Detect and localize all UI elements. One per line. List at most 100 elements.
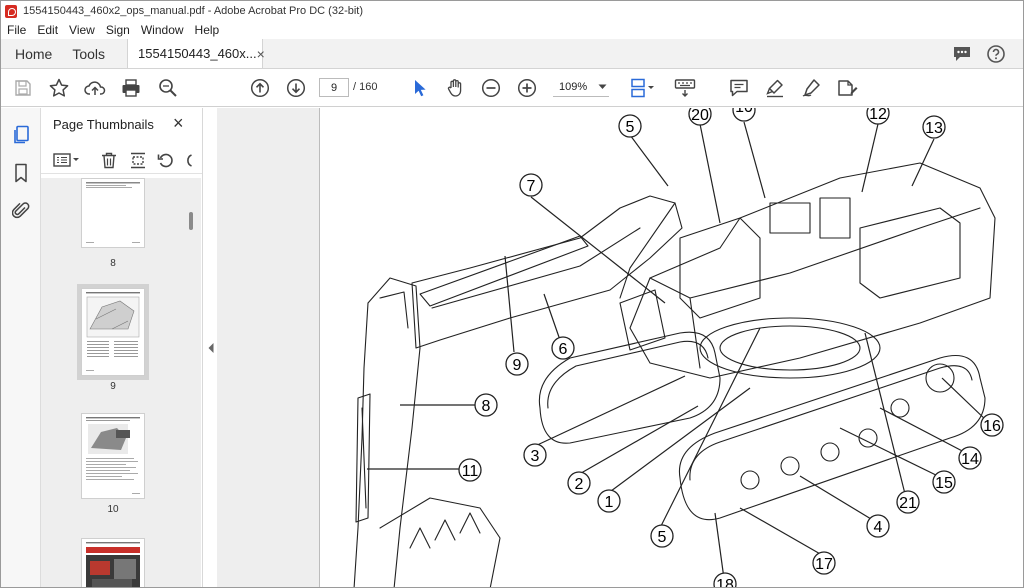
svg-text:6: 6: [559, 341, 568, 358]
svg-text:16: 16: [983, 418, 1001, 435]
svg-text:2: 2: [575, 476, 584, 493]
save-icon[interactable]: [12, 77, 34, 99]
tab-home[interactable]: Home: [1, 39, 66, 68]
svg-text:11: 11: [462, 463, 479, 480]
find-icon[interactable]: [157, 77, 179, 99]
thumbnail-options-icon[interactable]: [53, 152, 81, 168]
window-title: 1554150443_460x2_ops_manual.pdf - Adobe …: [23, 5, 364, 17]
svg-text:1: 1: [605, 494, 614, 511]
tab-tools[interactable]: Tools: [66, 39, 119, 68]
callout: 14: [958, 446, 982, 470]
excavator-diagram: 5 20 10 12 13 7 9 6 8 3 2 1 11 5 18 17 4: [353, 108, 1004, 588]
document-view[interactable]: 5 20 10 12 13 7 9 6 8 3 2 1 11 5 18 17 4: [217, 108, 1023, 588]
menu-sign[interactable]: Sign: [106, 23, 130, 37]
thumbnail-page-label: 10: [107, 504, 119, 515]
callout: 11: [458, 458, 482, 482]
svg-text:21: 21: [899, 495, 917, 512]
insert-pages-icon[interactable]: [129, 152, 147, 169]
callout: 5: [618, 114, 642, 138]
svg-text:5: 5: [626, 119, 635, 136]
callout: 17: [812, 551, 836, 575]
page-up-icon[interactable]: [249, 77, 271, 99]
callout: 13: [922, 115, 946, 139]
svg-text:12: 12: [869, 108, 887, 123]
star-icon[interactable]: [48, 77, 70, 99]
page-fit-icon[interactable]: [629, 77, 657, 99]
comment-icon[interactable]: [728, 77, 750, 99]
svg-text:8: 8: [482, 398, 491, 415]
page-total: / 160: [353, 81, 378, 93]
svg-text:13: 13: [925, 120, 943, 137]
zoom-in-icon[interactable]: [516, 77, 538, 99]
svg-text:4: 4: [874, 519, 883, 536]
svg-text:10: 10: [735, 108, 753, 116]
collapse-panel-icon[interactable]: [206, 341, 216, 355]
keyboard-icon[interactable]: [674, 77, 696, 99]
zoom-level-value: 109%: [559, 81, 588, 93]
main-toolbar: 9 / 160 109%: [1, 69, 1023, 107]
zoom-out-icon[interactable]: [480, 77, 502, 99]
thumbnail-scrollbar[interactable]: [189, 212, 193, 230]
svg-text:18: 18: [716, 577, 734, 588]
callout: 2: [567, 471, 591, 495]
menu-help[interactable]: Help: [195, 23, 220, 37]
callout: 16: [980, 413, 1004, 437]
select-arrow-icon[interactable]: [409, 77, 431, 99]
svg-text:7: 7: [527, 178, 536, 195]
page-thumbnail[interactable]: [81, 413, 145, 499]
thumbnail-page-label: 8: [110, 258, 116, 269]
draw-icon[interactable]: [800, 77, 822, 99]
document-tab-label: 1554150443_460x...: [138, 46, 257, 61]
menu-edit[interactable]: Edit: [37, 23, 58, 37]
menu-view[interactable]: View: [69, 23, 95, 37]
svg-text:3: 3: [531, 448, 540, 465]
thumbnails-panel: Page Thumbnails × 8 9 10: [41, 108, 203, 587]
callout: 4: [866, 514, 890, 538]
close-tab-icon[interactable]: ×: [257, 46, 265, 62]
close-panel-icon[interactable]: ×: [173, 113, 184, 134]
menu-file[interactable]: File: [7, 23, 26, 37]
attachment-icon[interactable]: [10, 200, 32, 222]
zoom-level-select[interactable]: 109%: [553, 78, 609, 97]
tab-document[interactable]: 1554150443_460x... ×: [127, 39, 265, 68]
chat-icon[interactable]: [953, 46, 971, 62]
menu-bar: File Edit View Sign Window Help: [1, 21, 1023, 39]
svg-text:9: 9: [513, 357, 522, 374]
callout: 21: [896, 490, 920, 514]
svg-text:15: 15: [935, 475, 953, 492]
page-down-icon[interactable]: [285, 77, 307, 99]
hand-icon[interactable]: [444, 77, 466, 99]
callout: 7: [519, 173, 543, 197]
title-bar: 1554150443_460x2_ops_manual.pdf - Adobe …: [1, 1, 1023, 21]
callout: 9: [505, 352, 529, 376]
acrobat-app-icon: [5, 4, 17, 18]
page-thumbnail[interactable]: [81, 178, 145, 248]
highlight-icon[interactable]: [764, 77, 786, 99]
acrobat-window: 1554150443_460x2_ops_manual.pdf - Adobe …: [0, 0, 1024, 588]
navigation-strip: [1, 108, 41, 587]
page-thumbnails-icon[interactable]: [10, 124, 32, 146]
cloud-upload-icon[interactable]: [84, 77, 106, 99]
fill-sign-icon[interactable]: [836, 77, 858, 99]
svg-text:14: 14: [961, 451, 979, 468]
svg-text:17: 17: [815, 556, 833, 573]
print-icon[interactable]: [120, 77, 142, 99]
pdf-page: 5 20 10 12 13 7 9 6 8 3 2 1 11 5 18 17 4: [319, 108, 1023, 588]
menu-window[interactable]: Window: [141, 23, 184, 37]
svg-text:20: 20: [691, 108, 709, 124]
delete-pages-icon[interactable]: [101, 152, 117, 169]
page-thumbnail[interactable]: [81, 538, 145, 587]
rotate-ccw-icon[interactable]: [157, 152, 174, 169]
help-icon[interactable]: [987, 44, 1005, 63]
thumbnail-page-label: 9: [110, 381, 116, 392]
chevron-down-icon: [598, 84, 607, 89]
page-thumbnail-selected[interactable]: [77, 284, 149, 380]
svg-text:5: 5: [658, 529, 667, 546]
callout: 8: [474, 393, 498, 417]
bookmark-icon[interactable]: [10, 162, 32, 184]
callout: 6: [551, 336, 575, 360]
thumbnail-list[interactable]: 8 9 10: [41, 178, 201, 587]
rotate-cw-icon[interactable]: [183, 152, 195, 169]
page-number-input[interactable]: 9: [319, 78, 349, 97]
thumbnail-tools: [41, 146, 202, 174]
